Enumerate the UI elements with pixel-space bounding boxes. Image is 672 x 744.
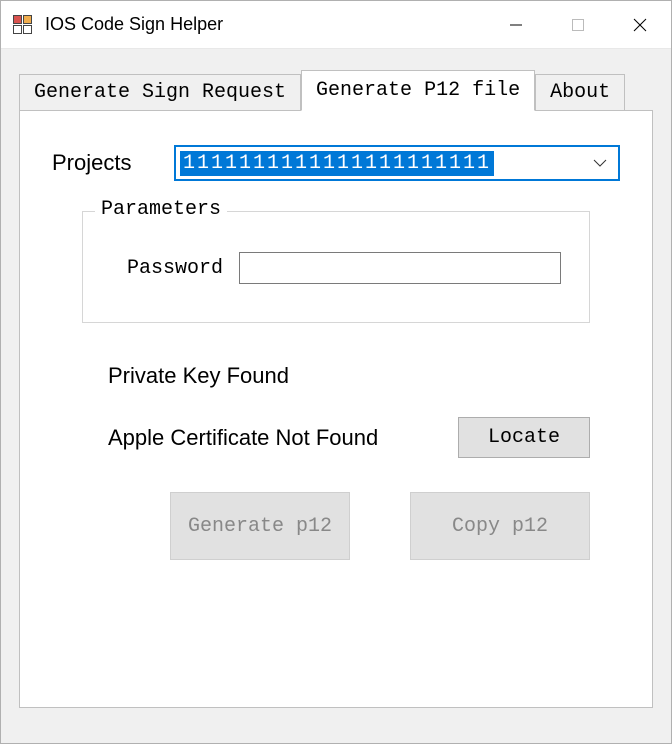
password-input[interactable]: [239, 252, 561, 284]
projects-row: Projects 1111111111111111111111: [52, 145, 620, 181]
projects-label: Projects: [52, 150, 164, 176]
app-icon: [11, 13, 35, 37]
window-controls: [485, 1, 671, 48]
password-label: Password: [127, 257, 239, 280]
maximize-icon: [571, 18, 585, 32]
minimize-button[interactable]: [485, 1, 547, 48]
chevron-down-icon: [592, 155, 608, 171]
maximize-button: [547, 1, 609, 48]
minimize-icon: [509, 18, 523, 32]
status-private-key-text: Private Key Found: [108, 363, 590, 389]
bottom-buttons: Generate p12 Copy p12: [52, 492, 590, 560]
copy-p12-button[interactable]: Copy p12: [410, 492, 590, 560]
status-certificate-text: Apple Certificate Not Found: [108, 425, 458, 451]
titlebar: IOS Code Sign Helper: [1, 1, 671, 49]
tab-generate-sign-request[interactable]: Generate Sign Request: [19, 74, 301, 110]
tab-generate-p12[interactable]: Generate P12 file: [301, 70, 535, 111]
tabpage-generate-p12: Projects 1111111111111111111111 Paramete…: [19, 110, 653, 708]
password-row: Password: [127, 252, 561, 284]
generate-p12-button[interactable]: Generate p12: [170, 492, 350, 560]
parameters-legend: Parameters: [95, 198, 227, 221]
parameters-fieldset: Parameters Password: [82, 211, 590, 323]
projects-dropdown[interactable]: 1111111111111111111111: [174, 145, 620, 181]
status-block: Private Key Found Apple Certificate Not …: [108, 363, 590, 458]
locate-button[interactable]: Locate: [458, 417, 590, 458]
status-private-key: Private Key Found: [108, 363, 590, 389]
tab-about[interactable]: About: [535, 74, 625, 110]
close-icon: [632, 17, 648, 33]
app-window: IOS Code Sign Helper Generate Sign Reque…: [0, 0, 672, 744]
close-button[interactable]: [609, 1, 671, 48]
status-certificate: Apple Certificate Not Found Locate: [108, 417, 590, 458]
projects-selected-value: 1111111111111111111111: [180, 151, 494, 176]
window-title: IOS Code Sign Helper: [45, 14, 485, 35]
client-area: Generate Sign Request Generate P12 file …: [1, 49, 671, 743]
tabstrip: Generate Sign Request Generate P12 file …: [19, 69, 653, 110]
